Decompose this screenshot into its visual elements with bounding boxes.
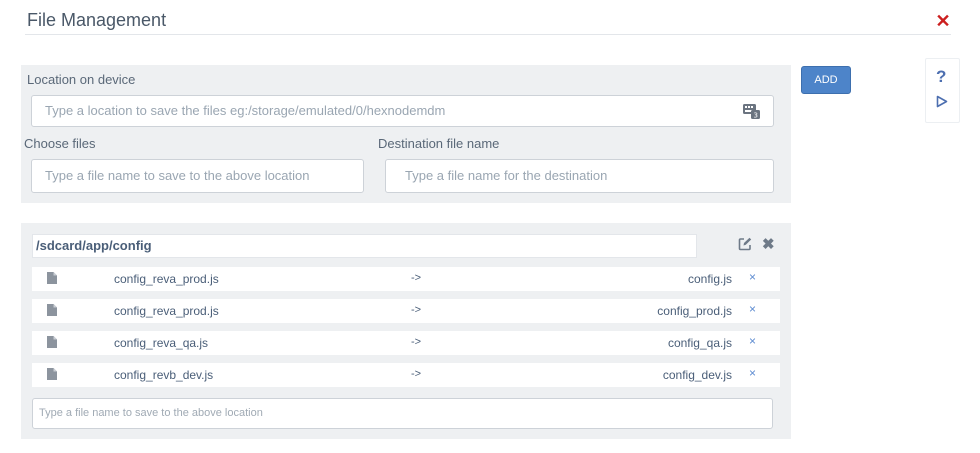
add-button[interactable]: ADD bbox=[801, 66, 851, 94]
keyboard-icon[interactable]: 3 bbox=[743, 103, 760, 119]
title-divider bbox=[25, 34, 951, 35]
folder-panel: /sdcard/app/config ✖ config_reva_prod.js… bbox=[21, 223, 791, 439]
destination-label: Destination file name bbox=[378, 136, 500, 151]
svg-text:3: 3 bbox=[754, 112, 758, 120]
choose-files-input[interactable]: Type a file name to save to the above lo… bbox=[31, 159, 364, 193]
location-input[interactable]: Type a location to save the files eg:/st… bbox=[31, 95, 774, 127]
location-placeholder: Type a location to save the files eg:/st… bbox=[45, 103, 446, 118]
side-toolbar: ? bbox=[925, 58, 960, 123]
file-row: config_reva_qa.js -> config_qa.js × bbox=[32, 331, 780, 355]
source-file-name: config_revb_dev.js bbox=[114, 368, 214, 382]
file-icon bbox=[47, 272, 57, 284]
add-file-input[interactable]: Type a file name to save to the above lo… bbox=[32, 398, 773, 429]
source-file-name: config_reva_prod.js bbox=[114, 272, 219, 286]
destination-file-name: config_prod.js bbox=[657, 304, 732, 318]
edit-icon[interactable] bbox=[738, 237, 752, 251]
file-row: config_revb_dev.js -> config_dev.js × bbox=[32, 363, 780, 387]
remove-file-icon[interactable]: × bbox=[749, 334, 756, 348]
play-icon[interactable] bbox=[936, 95, 948, 108]
choose-files-label: Choose files bbox=[24, 136, 96, 151]
source-file-name: config_reva_qa.js bbox=[114, 336, 209, 350]
file-icon bbox=[47, 368, 57, 380]
destination-file-name: config_qa.js bbox=[667, 336, 732, 350]
file-row: config_reva_prod.js -> config.js × bbox=[32, 267, 780, 291]
add-file-placeholder: Type a file name to save to the above lo… bbox=[39, 407, 263, 419]
choose-files-placeholder: Type a file name to save to the above lo… bbox=[45, 168, 310, 183]
add-files-panel: Location on device Type a location to sa… bbox=[21, 65, 791, 203]
remove-file-icon[interactable]: × bbox=[749, 270, 756, 284]
mapping-arrow: -> bbox=[411, 368, 422, 380]
folder-path: /sdcard/app/config bbox=[32, 234, 697, 258]
close-icon[interactable]: ✕ bbox=[934, 11, 952, 31]
mapping-arrow: -> bbox=[411, 336, 422, 348]
page-title: File Management bbox=[27, 10, 167, 30]
file-row: config_reva_prod.js -> config_prod.js × bbox=[32, 299, 780, 323]
location-label: Location on device bbox=[27, 72, 136, 87]
destination-file-name: config_dev.js bbox=[662, 368, 732, 382]
help-icon[interactable]: ? bbox=[936, 67, 946, 87]
file-icon bbox=[47, 304, 57, 316]
source-file-name: config_reva_prod.js bbox=[114, 304, 219, 318]
destination-input[interactable]: Type a file name for the destination bbox=[385, 159, 774, 193]
destination-file-name: config.js bbox=[687, 272, 732, 286]
delete-folder-icon[interactable]: ✖ bbox=[762, 235, 775, 253]
remove-file-icon[interactable]: × bbox=[749, 366, 756, 380]
remove-file-icon[interactable]: × bbox=[749, 302, 756, 316]
file-icon bbox=[47, 336, 57, 348]
mapping-arrow: -> bbox=[411, 304, 422, 316]
mapping-arrow: -> bbox=[411, 272, 422, 284]
destination-placeholder: Type a file name for the destination bbox=[405, 168, 608, 183]
